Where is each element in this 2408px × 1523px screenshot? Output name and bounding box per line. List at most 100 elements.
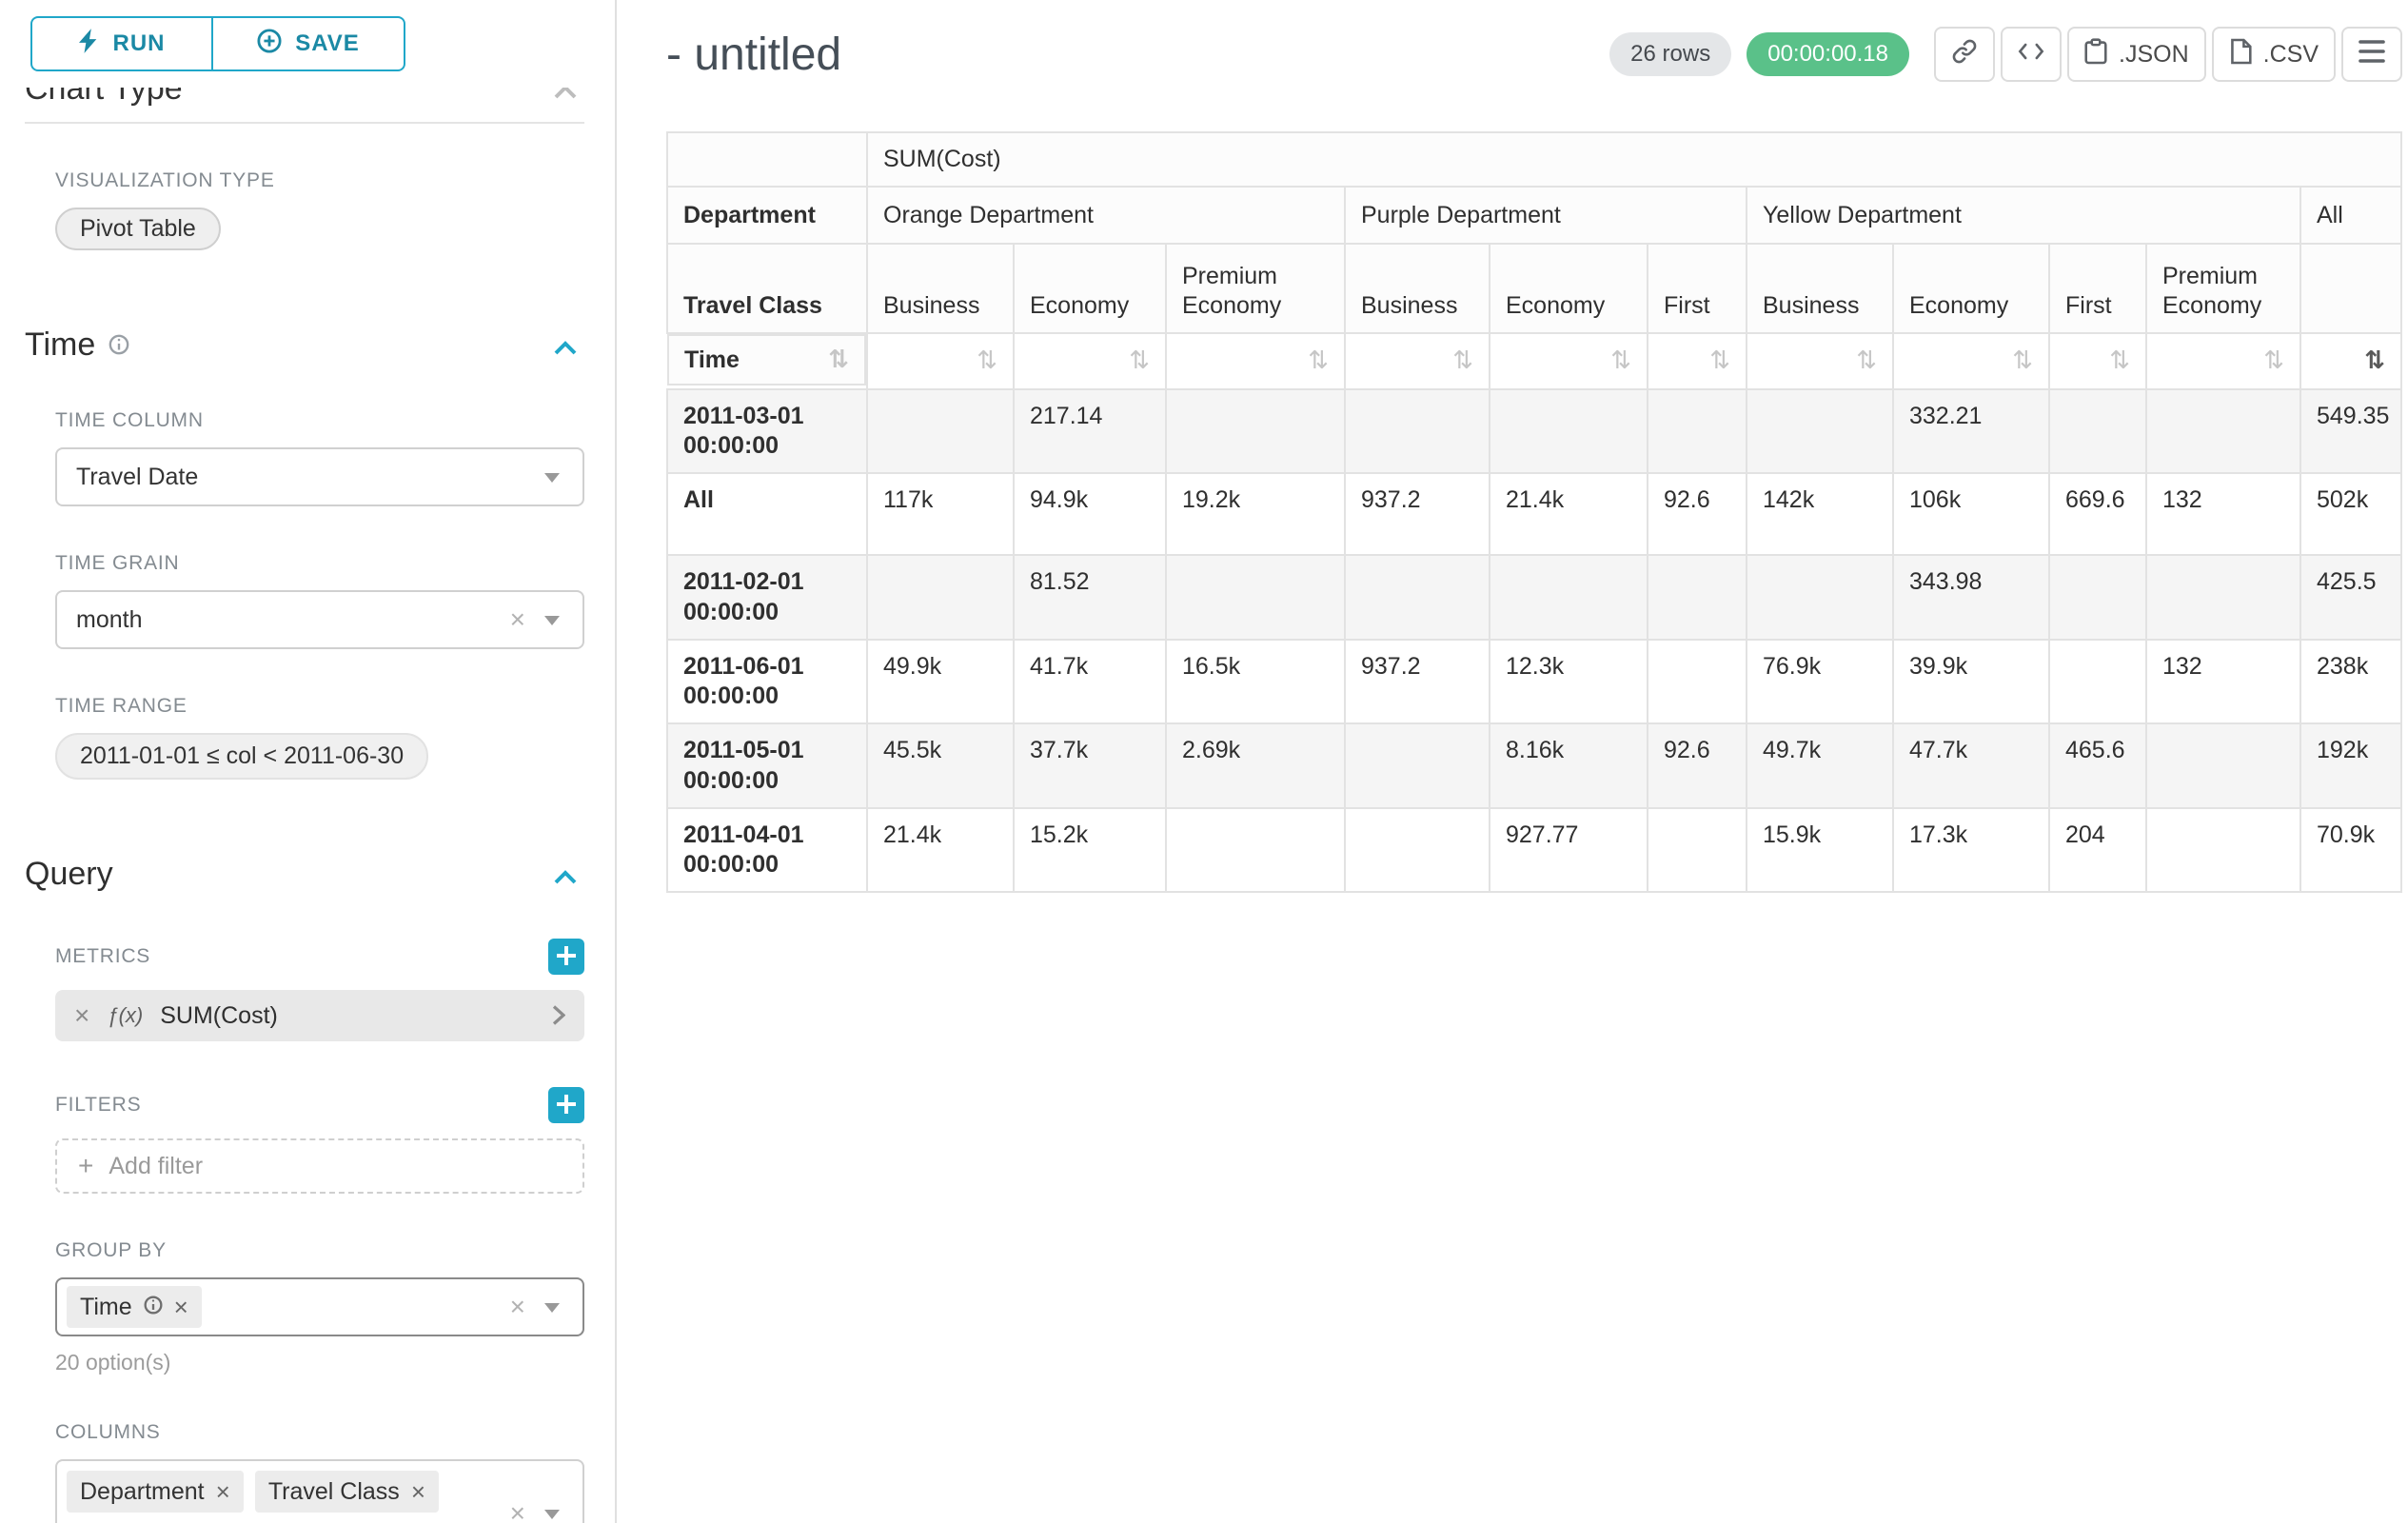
value-cell bbox=[1648, 555, 1747, 640]
value-cell: 204 bbox=[2049, 808, 2146, 893]
row-header: All bbox=[667, 473, 867, 555]
time-column-control: TIME COLUMN Travel Date bbox=[55, 409, 584, 506]
sort-cell[interactable]: ⇅ bbox=[2049, 333, 2146, 389]
value-cell: 502k bbox=[2300, 473, 2401, 555]
value-cell: 39.9k bbox=[1893, 640, 2049, 724]
menu-button[interactable] bbox=[2341, 27, 2402, 82]
time-column-select[interactable]: Travel Date bbox=[55, 447, 584, 506]
save-button[interactable]: SAVE bbox=[211, 16, 405, 71]
sort-icon[interactable]: ⇅ bbox=[828, 345, 849, 376]
sort-icon[interactable]: ⇅ bbox=[1709, 346, 1730, 375]
chevron-right-icon[interactable] bbox=[552, 999, 565, 1034]
value-cell bbox=[1166, 808, 1345, 893]
value-cell: 16.5k bbox=[1166, 640, 1345, 724]
viz-type-control: VISUALIZATION TYPE Pivot Table bbox=[55, 169, 584, 250]
sort-cell[interactable]: ⇅ bbox=[1490, 333, 1648, 389]
embed-code-button[interactable] bbox=[2001, 27, 2062, 82]
value-cell: 465.6 bbox=[2049, 723, 2146, 808]
value-cell: 17.3k bbox=[1893, 808, 2049, 893]
sort-cell[interactable]: ⇅ bbox=[1014, 333, 1166, 389]
sidebar-scroll-area[interactable]: Chart Type VISUALIZATION TYPE Pivot Tabl… bbox=[0, 88, 615, 1523]
query-section-header[interactable]: Query bbox=[25, 856, 584, 893]
value-cell: 937.2 bbox=[1345, 640, 1490, 724]
chevron-down-icon[interactable] bbox=[544, 1303, 560, 1313]
add-metric-button[interactable] bbox=[548, 939, 584, 975]
class-header-row: Travel Class Business Economy Premium Ec… bbox=[667, 244, 2401, 333]
value-cell: 343.98 bbox=[1893, 555, 2049, 640]
run-button[interactable]: RUN bbox=[30, 16, 213, 71]
value-cell: 49.7k bbox=[1747, 723, 1893, 808]
time-section-header[interactable]: Time bbox=[25, 326, 584, 364]
info-icon[interactable] bbox=[144, 1294, 163, 1321]
download-json-button[interactable]: .JSON bbox=[2067, 27, 2206, 82]
clear-icon[interactable]: × bbox=[510, 1294, 525, 1320]
info-icon[interactable] bbox=[109, 327, 129, 363]
sort-cell[interactable]: ⇅ bbox=[2300, 333, 2401, 389]
value-cell: 192k bbox=[2300, 723, 2401, 808]
metric-name: SUM(Cost) bbox=[160, 1002, 278, 1030]
sort-icon[interactable]: ⇅ bbox=[2012, 346, 2033, 375]
sort-icon[interactable]: ⇅ bbox=[1610, 346, 1631, 375]
remove-tag-icon[interactable]: × bbox=[411, 1479, 425, 1504]
copy-link-button[interactable] bbox=[1934, 27, 1995, 82]
remove-tag-icon[interactable]: × bbox=[216, 1479, 230, 1504]
group-by-select[interactable]: Time × × bbox=[55, 1277, 584, 1336]
group-by-tag-time[interactable]: Time × bbox=[67, 1286, 202, 1328]
columns-tag-department[interactable]: Department × bbox=[67, 1471, 244, 1513]
collapse-chevron-up-icon[interactable] bbox=[554, 857, 577, 892]
sort-icon[interactable]: ⇅ bbox=[1308, 346, 1329, 375]
sort-icon[interactable]: ⇅ bbox=[2109, 346, 2130, 375]
clear-icon[interactable]: × bbox=[510, 606, 525, 633]
sort-cell[interactable]: ⇅ bbox=[1345, 333, 1490, 389]
columns-tag-travel-class[interactable]: Travel Class × bbox=[255, 1471, 439, 1513]
chevron-down-icon[interactable] bbox=[544, 473, 560, 483]
download-csv-button[interactable]: .CSV bbox=[2212, 27, 2336, 82]
row-count-badge: 26 rows bbox=[1609, 32, 1731, 76]
add-filter-plus-button[interactable] bbox=[548, 1087, 584, 1123]
sort-icon[interactable]: ⇅ bbox=[2263, 346, 2284, 375]
link-icon bbox=[1951, 38, 1978, 71]
sort-icon[interactable]: ⇅ bbox=[1856, 346, 1877, 375]
chart-type-section-header[interactable]: Chart Type bbox=[25, 88, 584, 108]
sort-cell[interactable]: ⇅ bbox=[1648, 333, 1747, 389]
clear-icon[interactable]: × bbox=[510, 1500, 525, 1523]
sort-cell[interactable]: ⇅ bbox=[2146, 333, 2300, 389]
viz-type-pill[interactable]: Pivot Table bbox=[55, 208, 221, 250]
sort-icon[interactable]: ⇅ bbox=[977, 346, 997, 375]
value-cell: 19.2k bbox=[1166, 473, 1345, 555]
columns-select[interactable]: Department × Travel Class × × bbox=[55, 1459, 584, 1523]
filters-label: FILTERS bbox=[55, 1094, 141, 1117]
run-button-label: RUN bbox=[113, 30, 166, 57]
chart-header-actions: 26 rows 00:00:00.18 .JSON .CSV bbox=[1609, 27, 2402, 82]
remove-metric-icon[interactable]: × bbox=[74, 1002, 89, 1029]
value-cell: 81.52 bbox=[1014, 555, 1166, 640]
sort-cell[interactable]: ⇅ bbox=[1893, 333, 2049, 389]
sidebar-header: RUN SAVE bbox=[0, 0, 615, 88]
chevron-down-icon[interactable] bbox=[544, 1510, 560, 1519]
value-cell bbox=[1648, 640, 1747, 724]
remove-tag-icon[interactable]: × bbox=[174, 1295, 188, 1319]
columns-label: COLUMNS bbox=[55, 1421, 584, 1444]
sort-cell[interactable]: ⇅ bbox=[1166, 333, 1345, 389]
column-header: Economy bbox=[1893, 244, 2049, 333]
sort-cell[interactable]: ⇅ bbox=[1747, 333, 1893, 389]
metric-pill[interactable]: × ƒ(x) SUM(Cost) bbox=[55, 990, 584, 1041]
time-range-pill[interactable]: 2011-01-01 ≤ col < 2011-06-30 bbox=[55, 733, 428, 780]
sort-icon[interactable]: ⇅ bbox=[1129, 346, 1150, 375]
column-header: Business bbox=[867, 244, 1014, 333]
chevron-down-icon[interactable] bbox=[544, 616, 560, 625]
sort-cell[interactable]: ⇅ bbox=[867, 333, 1014, 389]
column-header: Economy bbox=[1490, 244, 1648, 333]
time-range-control: TIME RANGE 2011-01-01 ≤ col < 2011-06-30 bbox=[55, 695, 584, 780]
metrics-label: METRICS bbox=[55, 945, 150, 968]
fx-icon: ƒ(x) bbox=[107, 1003, 143, 1028]
value-cell: 21.4k bbox=[1490, 473, 1648, 555]
add-filter-button[interactable]: + Add filter bbox=[55, 1138, 584, 1194]
collapse-chevron-up-icon[interactable] bbox=[554, 327, 577, 363]
time-grain-select[interactable]: month × bbox=[55, 590, 584, 649]
sort-icon[interactable]: ⇅ bbox=[1452, 346, 1473, 375]
metric-header: SUM(Cost) bbox=[867, 132, 2401, 187]
value-cell: 332.21 bbox=[1893, 389, 2049, 474]
sort-icon[interactable]: ⇅ bbox=[2364, 346, 2385, 375]
plus-icon: + bbox=[78, 1151, 93, 1181]
